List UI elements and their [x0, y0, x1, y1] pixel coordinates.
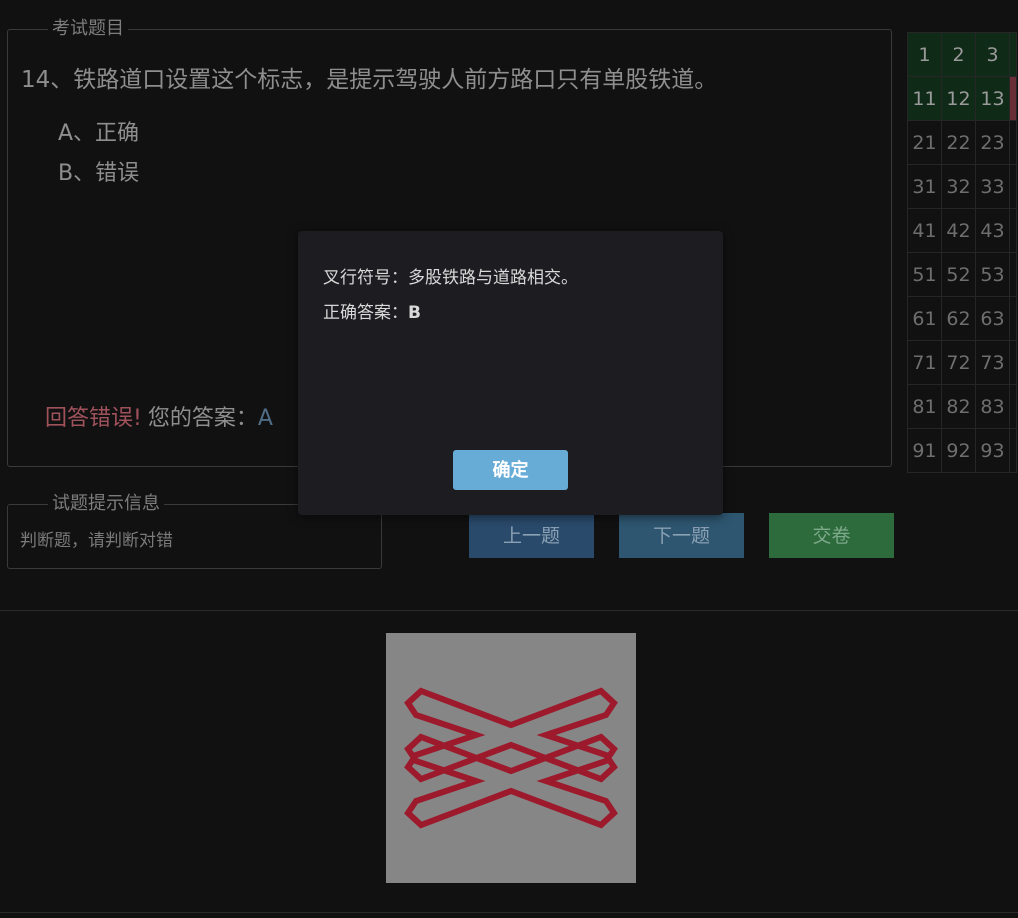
next-question-button[interactable]: 下一题 [619, 513, 744, 558]
grid-cell[interactable]: 11 [907, 76, 942, 121]
grid-cell[interactable]: 13 [975, 76, 1010, 121]
grid-cell[interactable]: 93 [975, 428, 1010, 473]
grid-cell[interactable]: 41 [907, 208, 942, 253]
question-panel-legend: 考试题目 [48, 19, 128, 39]
grid-cell[interactable]: 31 [907, 164, 942, 209]
grid-cell-partial[interactable] [1009, 252, 1017, 297]
your-answer-label: 您的答案： [147, 406, 258, 431]
grid-cell[interactable]: 53 [975, 252, 1010, 297]
grid-row: 61 62 63 [907, 296, 1017, 341]
modal-correct-answer: 正确答案：B [323, 298, 421, 323]
grid-cell[interactable]: 92 [941, 428, 976, 473]
grid-cell-partial[interactable] [1009, 428, 1017, 473]
bottom-divider [0, 912, 1018, 913]
grid-row: 51 52 53 [907, 252, 1017, 297]
option-a[interactable]: A、正确 [58, 115, 139, 147]
grid-cell[interactable]: 63 [975, 296, 1010, 341]
option-b[interactable]: B、错误 [58, 155, 139, 187]
prev-question-button[interactable]: 上一题 [469, 513, 594, 558]
hint-panel-legend: 试题提示信息 [48, 494, 164, 514]
grid-row: 21 22 23 [907, 120, 1017, 165]
modal-explanation: 叉行符号：多股铁路与道路相交。 [323, 268, 578, 288]
correct-answer-label: 正确答案： [323, 303, 408, 323]
grid-cell[interactable]: 61 [907, 296, 942, 341]
modal-ok-button[interactable]: 确定 [453, 450, 568, 490]
grid-cell[interactable]: 33 [975, 164, 1010, 209]
grid-cell[interactable]: 3 [975, 32, 1010, 77]
grid-cell-partial[interactable] [1009, 120, 1017, 165]
grid-cell[interactable]: 52 [941, 252, 976, 297]
submit-exam-button[interactable]: 交卷 [769, 513, 894, 558]
grid-cell[interactable]: 81 [907, 384, 942, 429]
grid-row: 91 92 93 [907, 428, 1017, 473]
grid-row: 11 12 13 [907, 76, 1017, 121]
grid-cell[interactable]: 51 [907, 252, 942, 297]
grid-cell[interactable]: 82 [941, 384, 976, 429]
railway-crossing-sign-image [386, 633, 636, 883]
grid-cell[interactable]: 32 [941, 164, 976, 209]
grid-cell-current-wrong[interactable] [1009, 76, 1017, 121]
grid-cell[interactable]: 12 [941, 76, 976, 121]
grid-cell[interactable]: 73 [975, 340, 1010, 385]
grid-cell-partial[interactable] [1009, 208, 1017, 253]
grid-cell[interactable]: 23 [975, 120, 1010, 165]
grid-cell[interactable]: 83 [975, 384, 1010, 429]
grid-cell[interactable]: 71 [907, 340, 942, 385]
grid-cell[interactable]: 91 [907, 428, 942, 473]
grid-cell-partial[interactable] [1009, 164, 1017, 209]
grid-row: 1 2 3 [907, 32, 1017, 77]
grid-cell[interactable]: 1 [907, 32, 942, 77]
grid-row: 41 42 43 [907, 208, 1017, 253]
grid-cell[interactable]: 42 [941, 208, 976, 253]
result-line: 回答错误! 您的答案：A [45, 400, 273, 432]
grid-row: 71 72 73 [907, 340, 1017, 385]
result-wrong-label: 回答错误! [45, 406, 142, 431]
grid-cell[interactable]: 43 [975, 208, 1010, 253]
answer-modal: 叉行符号：多股铁路与道路相交。 正确答案：B 确定 [298, 231, 723, 515]
grid-row: 31 32 33 [907, 164, 1017, 209]
grid-cell[interactable]: 22 [941, 120, 976, 165]
grid-cell-partial[interactable] [1009, 340, 1017, 385]
question-text: 14、铁路道口设置这个标志，是提示驾驶人前方路口只有单股铁道。 [21, 67, 718, 93]
grid-cell[interactable]: 2 [941, 32, 976, 77]
question-number-grid: 1 2 3 11 12 13 21 22 23 31 32 33 41 42 4… [907, 32, 1017, 473]
grid-cell-partial[interactable] [1009, 296, 1017, 341]
grid-cell[interactable]: 21 [907, 120, 942, 165]
hint-text: 判断题，请判断对错 [20, 531, 173, 551]
grid-cell[interactable]: 72 [941, 340, 976, 385]
grid-cell-partial[interactable] [1009, 384, 1017, 429]
grid-cell[interactable]: 62 [941, 296, 976, 341]
section-divider [0, 610, 1018, 611]
correct-answer-value: B [408, 303, 421, 323]
multi-track-crossbuck-icon [404, 687, 618, 829]
grid-cell-partial[interactable] [1009, 32, 1017, 77]
grid-row: 81 82 83 [907, 384, 1017, 429]
your-answer-value: A [257, 406, 273, 431]
